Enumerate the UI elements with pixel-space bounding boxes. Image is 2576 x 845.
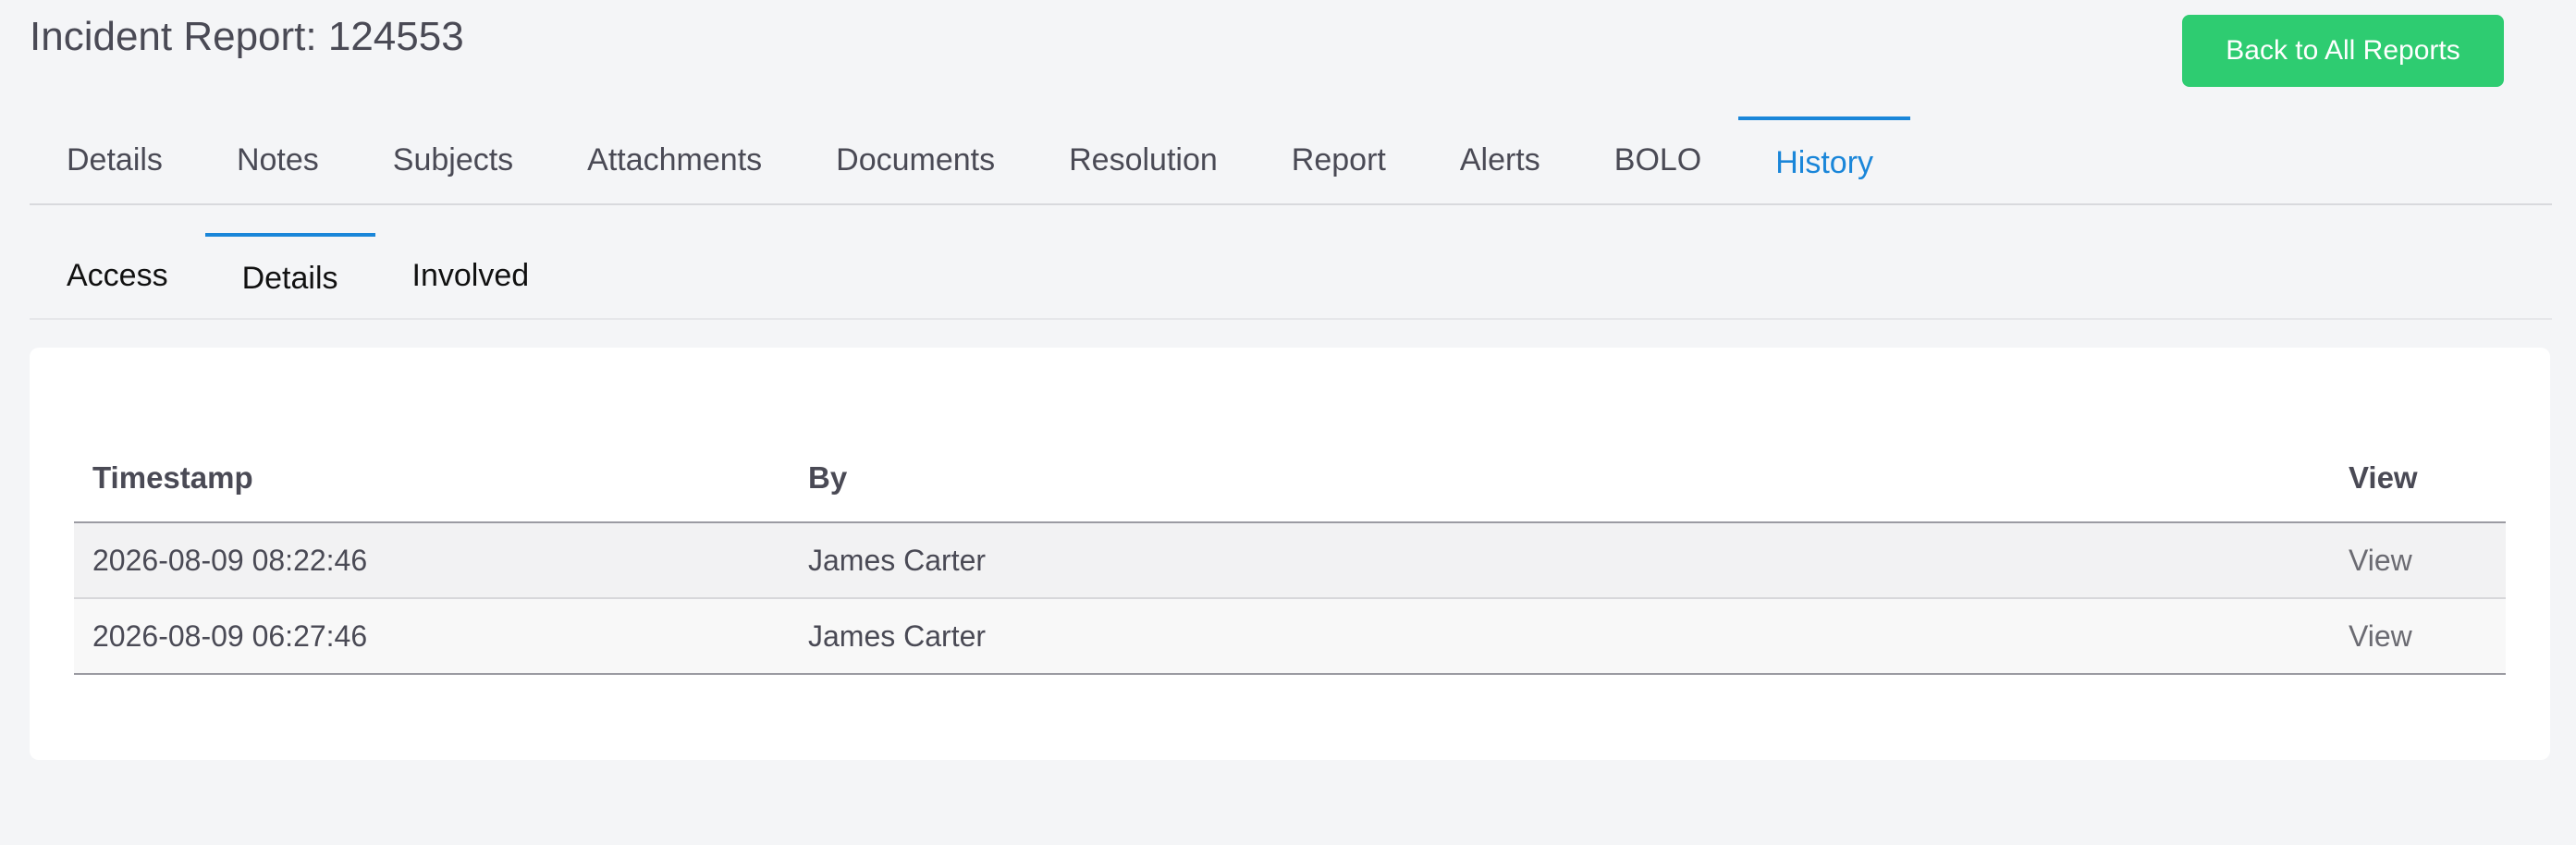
tab-subjects[interactable]: Subjects xyxy=(356,116,550,203)
tab-bolo[interactable]: BOLO xyxy=(1577,116,1738,203)
history-card: Timestamp By View 2026-08-09 08:22:46 Ja… xyxy=(30,348,2550,760)
tab-attachments[interactable]: Attachments xyxy=(550,116,799,203)
table-row: 2026-08-09 06:27:46 James Carter View xyxy=(74,598,2506,675)
tab-report[interactable]: Report xyxy=(1255,116,1423,203)
cell-view: View xyxy=(2330,522,2506,599)
cell-timestamp: 2026-08-09 06:27:46 xyxy=(74,598,790,675)
page-title: Incident Report: 124553 xyxy=(30,14,464,59)
tab-resolution[interactable]: Resolution xyxy=(1032,116,1255,203)
cell-timestamp: 2026-08-09 08:22:46 xyxy=(74,522,790,599)
tab-details[interactable]: Details xyxy=(30,116,200,203)
subtab-access[interactable]: Access xyxy=(30,233,205,318)
subtab-involved[interactable]: Involved xyxy=(375,233,567,318)
main-tabs: Details Notes Subjects Attachments Docum… xyxy=(30,116,2552,205)
history-table: Timestamp By View 2026-08-09 08:22:46 Ja… xyxy=(74,435,2506,675)
subtab-details[interactable]: Details xyxy=(204,233,375,318)
column-header-timestamp: Timestamp xyxy=(74,435,790,523)
column-header-by: By xyxy=(790,435,2330,523)
column-header-view: View xyxy=(2330,435,2506,523)
tab-notes[interactable]: Notes xyxy=(200,116,356,203)
tab-history[interactable]: History xyxy=(1738,116,1910,203)
tab-alerts[interactable]: Alerts xyxy=(1423,116,1577,203)
back-to-all-reports-button[interactable]: Back to All Reports xyxy=(2182,15,2504,87)
cell-by: James Carter xyxy=(790,522,2330,599)
cell-view: View xyxy=(2330,598,2506,675)
view-link[interactable]: View xyxy=(2349,619,2412,653)
cell-by: James Carter xyxy=(790,598,2330,675)
view-link[interactable]: View xyxy=(2349,544,2412,577)
tab-documents[interactable]: Documents xyxy=(799,116,1032,203)
table-row: 2026-08-09 08:22:46 James Carter View xyxy=(74,522,2506,599)
history-sub-tabs: Access Details Involved xyxy=(30,233,2552,320)
table-header-row: Timestamp By View xyxy=(74,435,2506,523)
